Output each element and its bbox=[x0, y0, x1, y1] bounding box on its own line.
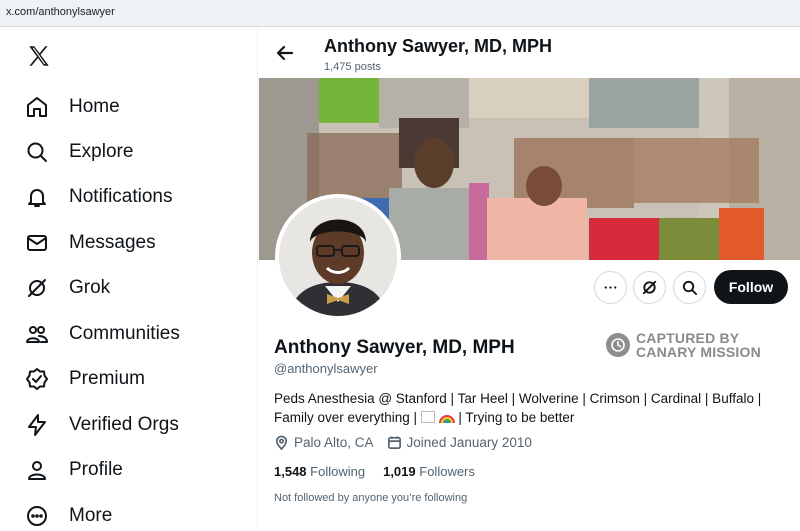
sidebar-item-label: Communities bbox=[69, 323, 180, 344]
sidebar-item-messages[interactable]: Messages bbox=[24, 225, 156, 261]
sidebar-item-verified-orgs[interactable]: Verified Orgs bbox=[24, 407, 179, 443]
sidebar-item-home[interactable]: Home bbox=[24, 89, 120, 125]
sidebar-item-label: Profile bbox=[69, 459, 123, 480]
calendar-icon bbox=[387, 436, 401, 449]
envelope-icon bbox=[24, 230, 50, 256]
following-label: Following bbox=[310, 464, 366, 479]
not-followed-note: Not followed by anyone you’re following bbox=[274, 492, 468, 504]
address-bar[interactable]: x.com/anthonylsawyer bbox=[0, 0, 800, 27]
sidebar-item-profile[interactable]: Profile bbox=[24, 452, 123, 488]
header-post-count: 1,475 posts bbox=[324, 61, 381, 73]
sidebar-item-label: Messages bbox=[69, 232, 156, 253]
location-pin-icon bbox=[275, 435, 288, 450]
location-text: Palo Alto, CA bbox=[294, 435, 374, 450]
followers-count: 1,019 bbox=[383, 464, 416, 479]
search-icon bbox=[24, 139, 50, 165]
profile-bio: Peds Anesthesia @ Stanford | Tar Heel | … bbox=[274, 389, 789, 427]
rainbow-icon bbox=[438, 415, 455, 424]
profile-name: Anthony Sawyer, MD, MPH bbox=[274, 337, 515, 358]
bell-icon bbox=[24, 184, 50, 210]
x-logo-icon[interactable] bbox=[26, 43, 52, 69]
join-date-text: Joined January 2010 bbox=[406, 435, 532, 450]
grok-profile-button[interactable] bbox=[633, 271, 666, 304]
lightning-icon bbox=[24, 412, 50, 438]
sidebar-item-more[interactable]: More bbox=[24, 498, 112, 531]
url-text: x.com/anthonylsawyer bbox=[6, 6, 115, 18]
home-icon bbox=[24, 94, 50, 120]
following-link[interactable]: 1,548 Following bbox=[274, 464, 365, 479]
profile-meta: Palo Alto, CA Joined January 2010 bbox=[274, 435, 545, 450]
sidebar-item-label: Explore bbox=[69, 141, 134, 162]
sidebar-item-premium[interactable]: Premium bbox=[24, 361, 145, 397]
followers-label: Followers bbox=[419, 464, 475, 479]
sidebar-item-label: Home bbox=[69, 96, 120, 117]
people-icon bbox=[24, 321, 50, 347]
canary-mission-watermark: CAPTURED BY CANARY MISSION bbox=[606, 331, 761, 359]
bio-line-2-start: Family over everything | bbox=[274, 410, 418, 425]
sidebar: Home Explore Notifications Messages Grok… bbox=[0, 27, 258, 531]
location: Palo Alto, CA bbox=[274, 435, 374, 450]
join-date: Joined January 2010 bbox=[387, 435, 532, 450]
sidebar-item-communities[interactable]: Communities bbox=[24, 316, 180, 352]
follow-counts: 1,548 Following 1,019 Followers bbox=[274, 464, 493, 479]
profile-handle: @anthonylsawyer bbox=[274, 361, 378, 376]
bio-line-2-end: | Trying to be better bbox=[458, 410, 575, 425]
sidebar-item-explore[interactable]: Explore bbox=[24, 134, 133, 170]
sidebar-item-label: Notifications bbox=[69, 186, 173, 207]
bio-line-1: Peds Anesthesia @ Stanford | Tar Heel | … bbox=[274, 391, 762, 406]
search-profile-button[interactable] bbox=[673, 271, 706, 304]
follow-button[interactable]: Follow bbox=[714, 270, 788, 304]
sidebar-item-notifications[interactable]: Notifications bbox=[24, 179, 173, 215]
white-flag-icon bbox=[420, 411, 435, 423]
sidebar-item-label: More bbox=[69, 505, 113, 526]
header-profile-name: Anthony Sawyer, MD, MPH bbox=[324, 36, 553, 56]
more-options-button[interactable] bbox=[594, 271, 627, 304]
sidebar-item-label: Grok bbox=[69, 277, 111, 298]
sidebar-item-label: Verified Orgs bbox=[69, 414, 179, 435]
search-icon bbox=[681, 279, 698, 296]
following-count: 1,548 bbox=[274, 464, 307, 479]
verified-badge-icon bbox=[24, 366, 50, 392]
profile-column: Anthony Sawyer, MD, MPH 1,475 posts Foll… bbox=[259, 27, 800, 531]
followers-link[interactable]: 1,019 Followers bbox=[383, 464, 475, 479]
back-arrow-icon[interactable] bbox=[275, 43, 295, 63]
sidebar-item-grok[interactable]: Grok bbox=[24, 270, 110, 306]
more-dots-icon bbox=[602, 279, 619, 296]
grok-icon bbox=[641, 279, 658, 296]
more-circle-icon bbox=[24, 503, 50, 529]
clock-seal-icon bbox=[606, 333, 630, 357]
grok-icon bbox=[24, 275, 50, 301]
watermark-line2: CANARY MISSION bbox=[636, 344, 761, 360]
sidebar-item-label: Premium bbox=[69, 368, 146, 389]
avatar[interactable] bbox=[275, 194, 401, 320]
person-icon bbox=[24, 457, 50, 483]
